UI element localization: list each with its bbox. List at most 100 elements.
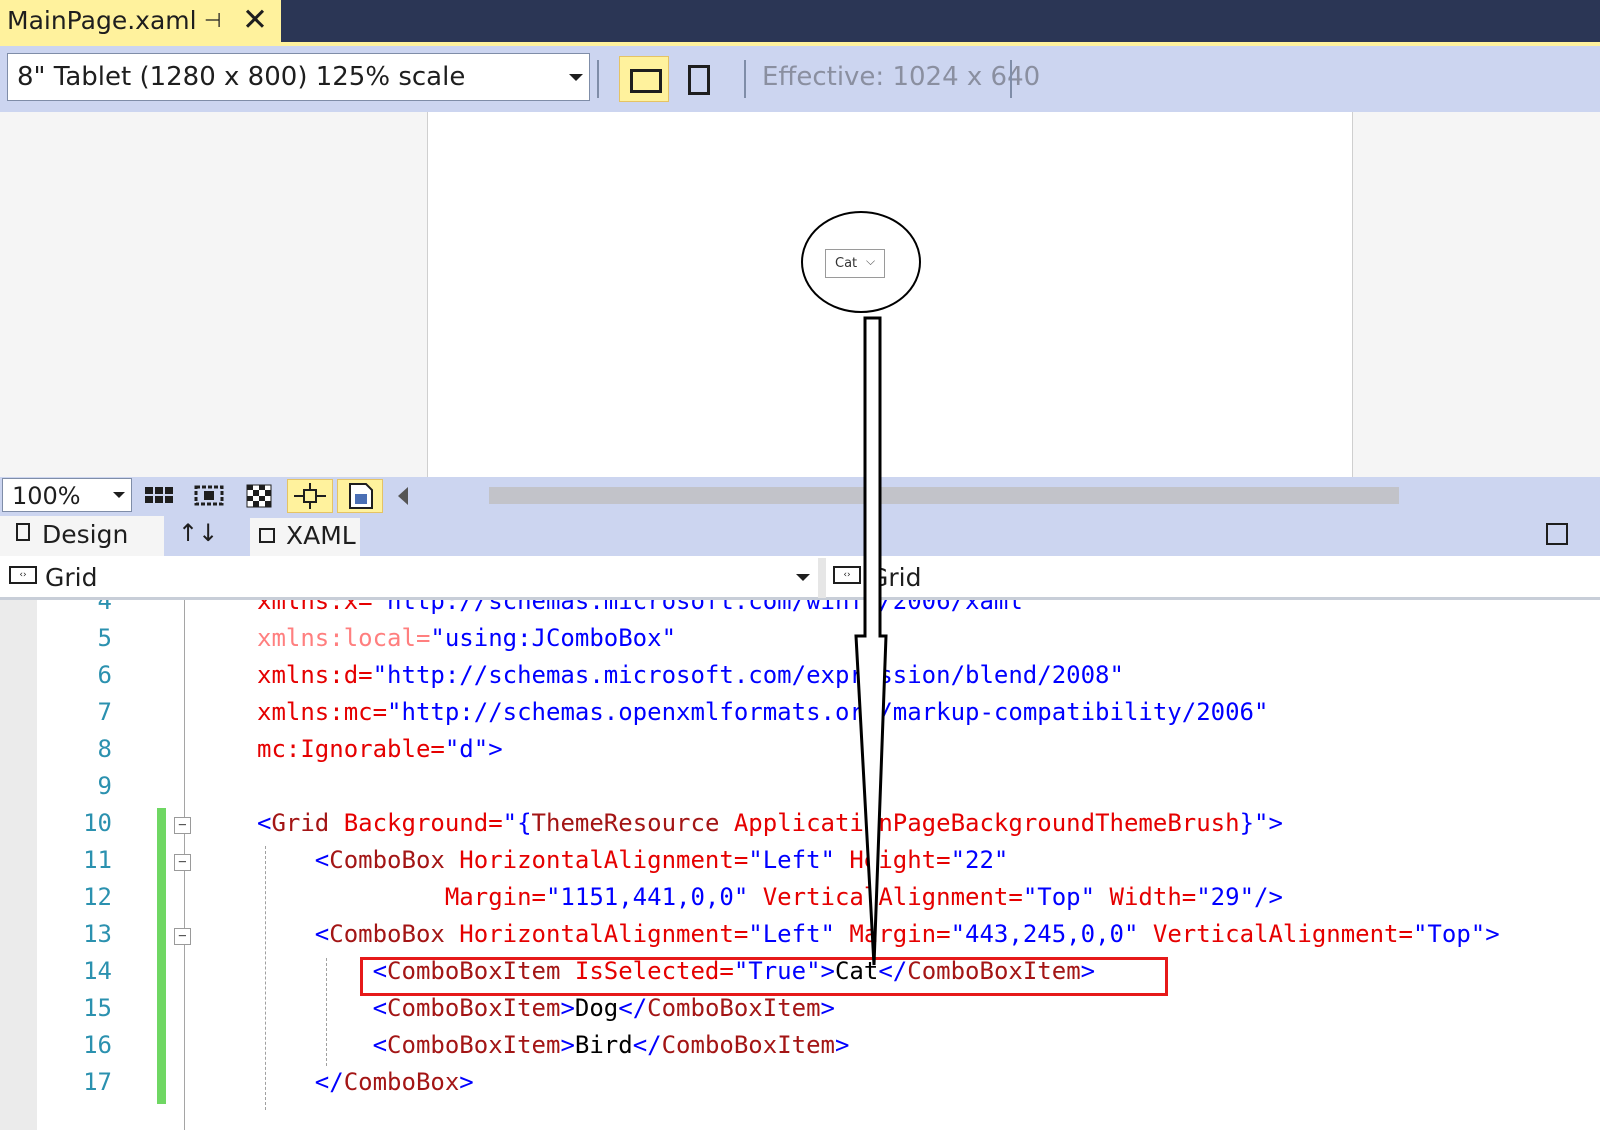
code-token: }"> [1239,809,1283,837]
code-token: Background= [329,809,503,837]
scroll-left-arrow-icon[interactable] [398,487,408,505]
code-token: < [257,1031,388,1059]
zoom-value: 100% [12,482,81,510]
code-line[interactable]: <ComboBox HorizontalAlignment="Left" Hei… [257,846,1009,874]
code-token: xmlns:d= [257,661,373,689]
code-token: "http://schemas.microsoft.com/expression… [372,661,1124,689]
code-token: "Top"> [1412,920,1500,948]
code-token: Margin= [834,920,951,948]
close-icon[interactable]: ✕ [242,2,268,38]
code-token: "Left" [748,846,835,874]
code-token: "Left" [748,920,835,948]
split-view-icon[interactable] [1546,523,1568,545]
code-token: > [560,1031,575,1059]
line-number: 13 [83,920,112,948]
portrait-button[interactable] [675,56,723,102]
view-tabs-bar [0,516,1600,556]
code-token: "29"/> [1196,883,1283,911]
code-token: xmlns:mc= [257,698,388,726]
code-token: Bird [574,1031,633,1059]
chevron-down-icon: ⌵ [866,254,876,268]
code-line[interactable]: mc:Ignorable="d"> [257,735,503,763]
code-token: < [257,846,330,874]
code-line[interactable]: Margin="1151,441,0,0" VerticalAlignment=… [257,883,1283,911]
landscape-screen-icon [630,69,662,93]
code-token: ThemeResource [531,809,720,837]
pin-icon[interactable]: ⊣ [204,8,221,32]
snap-to-snaplines-icon[interactable] [287,479,333,513]
portrait-screen-icon [688,65,710,95]
line-number: 12 [83,883,112,911]
checker-background-icon[interactable] [242,479,278,513]
code-token: ComboBoxItem [661,1031,835,1059]
horizontal-scrollbar[interactable] [489,487,1399,504]
line-number: 17 [83,1068,112,1096]
line-number: 9 [97,772,112,800]
code-line[interactable]: xmlns:local="using:JComboBox" [257,624,676,652]
toolbar-separator [1010,60,1012,98]
swap-panes-icon[interactable]: ↑↓ [178,519,218,547]
nav-splitter[interactable] [818,558,826,598]
snap-gridlines-icon[interactable] [192,479,228,513]
line-number: 8 [97,735,112,763]
chevron-down-icon[interactable] [569,74,583,81]
xaml-view-icon [259,528,275,543]
code-token: </ [632,1031,662,1059]
code-line[interactable]: <Grid Background="{ThemeResource Applica… [257,809,1283,837]
code-token: "Top" [1022,883,1096,911]
line-number: 14 [83,957,112,985]
device-preview-icon[interactable] [337,479,383,513]
code-token: HorizontalAlignment= [444,846,749,874]
nav-right-scope[interactable]: Grid [869,563,921,592]
nav-left-scope[interactable]: Grid [45,563,97,592]
tab-xaml-label: XAML [286,521,356,550]
code-token: VerticalAlignment= [1138,920,1413,948]
code-token: "http://schemas.openxmlformats.org/marku… [387,698,1269,726]
code-token: > [560,994,575,1022]
grid-toggle-icon[interactable] [142,479,178,513]
landscape-button[interactable] [619,56,669,102]
code-token: "22" [950,846,1009,874]
toolbar-separator [744,60,746,98]
code-token: < [257,920,330,948]
line-number: 15 [83,994,112,1022]
chevron-down-icon[interactable] [796,574,810,581]
chevron-down-icon[interactable] [113,492,125,498]
code-token: VerticalAlignment= [748,883,1023,911]
code-line[interactable]: </ComboBox> [257,1068,474,1096]
code-token: </ [257,1068,344,1096]
toolbar-separator [597,60,599,98]
document-tab-title[interactable]: MainPage.xaml [7,6,197,35]
code-token: </ [618,994,648,1022]
code-line[interactable]: <ComboBoxItem>Dog</ComboBoxItem> [257,994,835,1022]
code-token: xmlns:local= [257,624,431,652]
code-line[interactable]: <ComboBox HorizontalAlignment="Left" Mar… [257,920,1500,948]
code-token: ComboBoxItem [387,1031,561,1059]
line-number: 10 [83,809,112,837]
code-token: "1151,441,0,0" [545,883,749,911]
code-line[interactable]: xmlns:d="http://schemas.microsoft.com/ex… [257,661,1124,689]
code-token: ComboBox [329,846,445,874]
device-select-value: 8" Tablet (1280 x 800) 125% scale [17,62,466,92]
code-token: mc:Ignorable= [257,735,445,763]
element-scope-icon: ‹› [9,566,37,584]
line-number: 11 [83,846,112,874]
code-token: Height= [834,846,951,874]
code-token: Grid [271,809,330,837]
code-token: ApplicationPageBackgroundThemeBrush [719,809,1240,837]
page-artboard[interactable] [427,112,1353,477]
code-token: "using:JComboBox" [430,624,677,652]
code-token: ComboBox [343,1068,460,1096]
code-token: < [257,809,272,837]
code-token: Width= [1095,883,1197,911]
code-line[interactable]: <ComboBoxItem>Bird</ComboBoxItem> [257,1031,850,1059]
code-line[interactable]: xmlns:mc="http://schemas.openxmlformats.… [257,698,1268,726]
code-token: ComboBoxItem [387,994,561,1022]
code-token: > [459,1068,474,1096]
effective-resolution: Effective: 1024 x 640 [762,62,1041,92]
line-number: 6 [97,661,112,689]
highlight-box [360,957,1168,996]
code-token: "d"> [444,735,503,763]
code-token: "{ [502,809,532,837]
tab-design-label: Design [42,520,129,549]
